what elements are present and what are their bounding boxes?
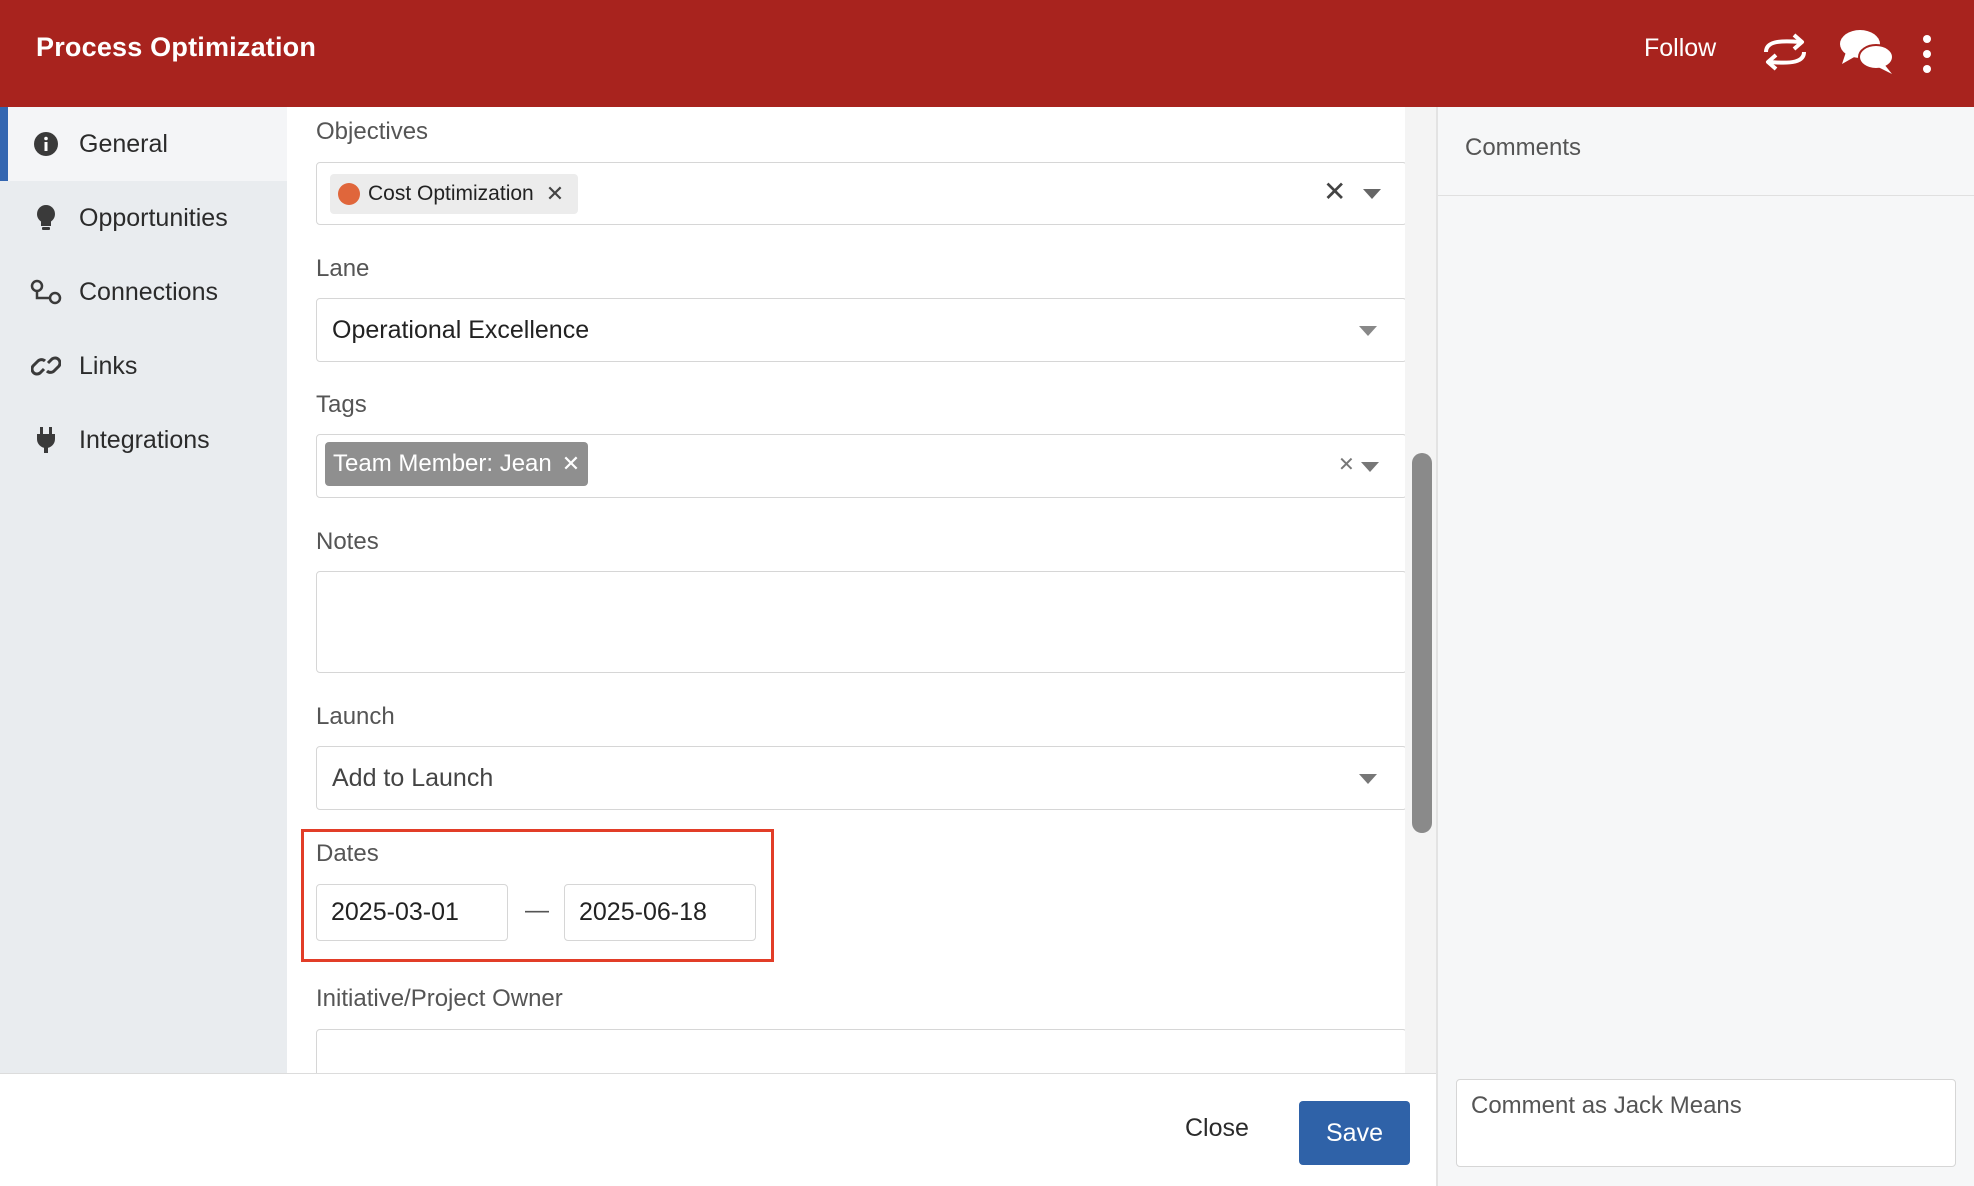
follow-button[interactable]: Follow — [1644, 34, 1716, 63]
chat-icon[interactable] — [1838, 26, 1896, 78]
connections-icon — [30, 276, 62, 308]
sidebar-item-label: Integrations — [79, 425, 210, 454]
save-button[interactable]: Save — [1299, 1101, 1410, 1165]
comments-panel: Comments — [1438, 107, 1974, 1186]
objectives-label: Objectives — [316, 118, 429, 145]
chevron-down-icon[interactable] — [1359, 774, 1377, 784]
scrollbar-thumb[interactable] — [1412, 453, 1432, 833]
objective-color-dot — [338, 183, 360, 205]
chevron-down-icon[interactable] — [1361, 462, 1379, 472]
clear-objectives-icon[interactable]: ✕ — [1323, 175, 1346, 208]
launch-placeholder: Add to Launch — [332, 764, 494, 792]
chevron-down-icon[interactable] — [1359, 326, 1377, 336]
tag-chip: Team Member: Jean ✕ — [325, 442, 589, 486]
lane-select[interactable]: Operational Excellence — [316, 298, 1405, 362]
objectives-select[interactable]: Cost Optimization ✕ ✕ — [316, 162, 1405, 225]
clear-tags-icon[interactable]: ✕ — [1338, 452, 1355, 477]
close-button[interactable]: Close — [1185, 1114, 1249, 1143]
sidebar-item-general[interactable]: General — [0, 107, 287, 181]
more-vertical-icon[interactable] — [1922, 34, 1932, 74]
sidebar-item-links[interactable]: Links — [0, 329, 287, 403]
sidebar-item-label: Links — [79, 351, 138, 380]
tags-label: Tags — [316, 391, 367, 418]
notes-label: Notes — [316, 528, 379, 555]
lane-value: Operational Excellence — [332, 316, 590, 344]
tags-select[interactable]: Team Member: Jean ✕ ✕ — [316, 434, 1405, 498]
remove-objective-icon[interactable]: ✕ — [546, 181, 564, 207]
modal-footer: Close Save — [0, 1073, 1436, 1186]
owner-select[interactable] — [316, 1029, 1405, 1073]
objective-chip: Cost Optimization ✕ — [330, 174, 579, 214]
page-title: Process Optimization — [36, 32, 317, 62]
sidebar-item-integrations[interactable]: Integrations — [0, 403, 287, 477]
sidebar: General Opportunities Connections Links … — [0, 107, 287, 1073]
remove-tag-icon[interactable]: ✕ — [562, 451, 580, 477]
sidebar-item-connections[interactable]: Connections — [0, 255, 287, 329]
sidebar-item-label: General — [79, 129, 168, 158]
dates-highlight-box — [301, 829, 774, 962]
sidebar-item-opportunities[interactable]: Opportunities — [0, 181, 287, 255]
plug-icon — [30, 424, 62, 456]
sync-icon[interactable] — [1758, 30, 1812, 74]
info-icon — [30, 128, 62, 160]
comment-input[interactable] — [1456, 1079, 1956, 1167]
comments-header: Comments — [1438, 107, 1974, 196]
lightbulb-icon — [30, 202, 62, 234]
owner-label: Initiative/Project Owner — [316, 985, 563, 1012]
chevron-down-icon[interactable] — [1363, 189, 1381, 199]
link-icon — [30, 350, 62, 382]
comments-title: Comments — [1465, 134, 1582, 161]
notes-textarea[interactable] — [316, 571, 1405, 673]
sidebar-item-label: Connections — [79, 277, 218, 306]
lane-label: Lane — [316, 255, 370, 282]
objective-chip-label: Cost Optimization — [368, 182, 534, 205]
tag-chip-label: Team Member: Jean — [333, 450, 552, 477]
sidebar-item-label: Opportunities — [79, 203, 228, 232]
app-header: Process Optimization Follow — [0, 0, 1974, 107]
launch-select[interactable]: Add to Launch — [316, 746, 1405, 810]
launch-label: Launch — [316, 703, 395, 730]
